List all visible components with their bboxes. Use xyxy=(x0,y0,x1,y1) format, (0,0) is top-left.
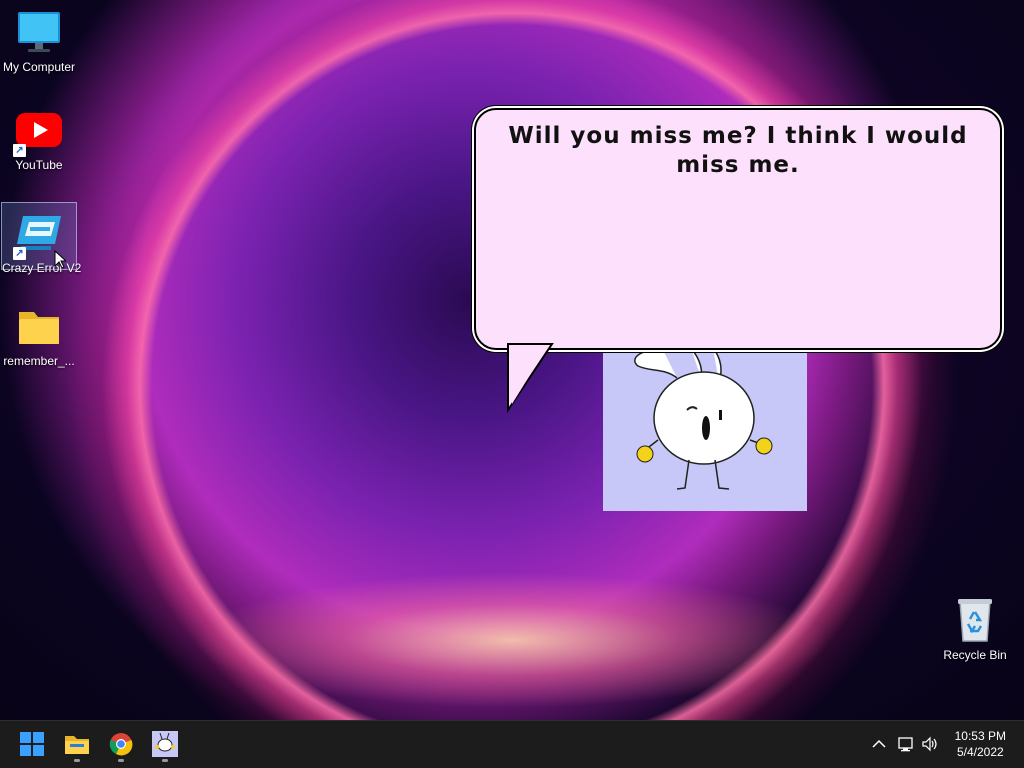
speech-bubble: Will you miss me? I think I would miss m… xyxy=(474,108,1002,350)
desktop: My Computer ↗ YouTube ↗ Crazy Error V2 r… xyxy=(0,0,1024,720)
desktop-icon-recycle-bin[interactable]: Recycle Bin xyxy=(937,597,1013,662)
desktop-icon-youtube[interactable]: ↗ YouTube xyxy=(1,107,77,172)
file-explorer-icon xyxy=(65,736,89,754)
running-indicator xyxy=(162,759,168,762)
desktop-icon-my-computer[interactable]: My Computer xyxy=(1,9,77,74)
windows-logo-icon xyxy=(20,732,44,756)
computer-icon xyxy=(15,9,63,57)
taskbar-bunny-app[interactable] xyxy=(147,727,183,762)
clock-date: 5/4/2022 xyxy=(956,745,1004,759)
chevron-up-icon[interactable] xyxy=(870,735,888,753)
shortcut-arrow-icon: ↗ xyxy=(13,144,26,157)
clock-time: 10:53 PM xyxy=(954,729,1006,743)
network-icon[interactable] xyxy=(897,735,915,753)
volume-icon[interactable] xyxy=(921,735,939,753)
desktop-icon-label: YouTube xyxy=(15,158,63,172)
system-clock[interactable]: 10:53 PM 5/4/2022 xyxy=(955,728,1006,760)
desktop-icon-label: My Computer xyxy=(2,60,76,74)
bunny-character-icon xyxy=(634,348,773,490)
desktop-icon-remember-folder[interactable]: remember_... xyxy=(1,303,77,368)
desktop-icon-label: remember_... xyxy=(3,354,75,368)
youtube-icon: ↗ xyxy=(13,107,63,157)
taskbar-chrome[interactable] xyxy=(103,727,139,762)
character-window[interactable] xyxy=(603,348,807,511)
running-indicator xyxy=(118,759,124,762)
speech-bubble-text: Will you miss me? I think I would miss m… xyxy=(508,123,968,178)
recycle-bin-icon xyxy=(951,597,999,645)
start-button[interactable] xyxy=(14,727,50,761)
shortcut-arrow-icon: ↗ xyxy=(13,247,26,260)
running-indicator xyxy=(74,759,80,762)
speech-bubble-tail xyxy=(507,343,554,414)
taskbar: 10:53 PM 5/4/2022 xyxy=(0,720,1024,768)
folder-icon xyxy=(15,303,63,351)
mouse-cursor-icon xyxy=(54,250,66,269)
taskbar-file-explorer[interactable] xyxy=(59,727,95,762)
bunny-app-icon xyxy=(152,731,178,757)
desktop-icon-label: Recycle Bin xyxy=(943,648,1007,662)
chrome-icon xyxy=(109,733,133,756)
